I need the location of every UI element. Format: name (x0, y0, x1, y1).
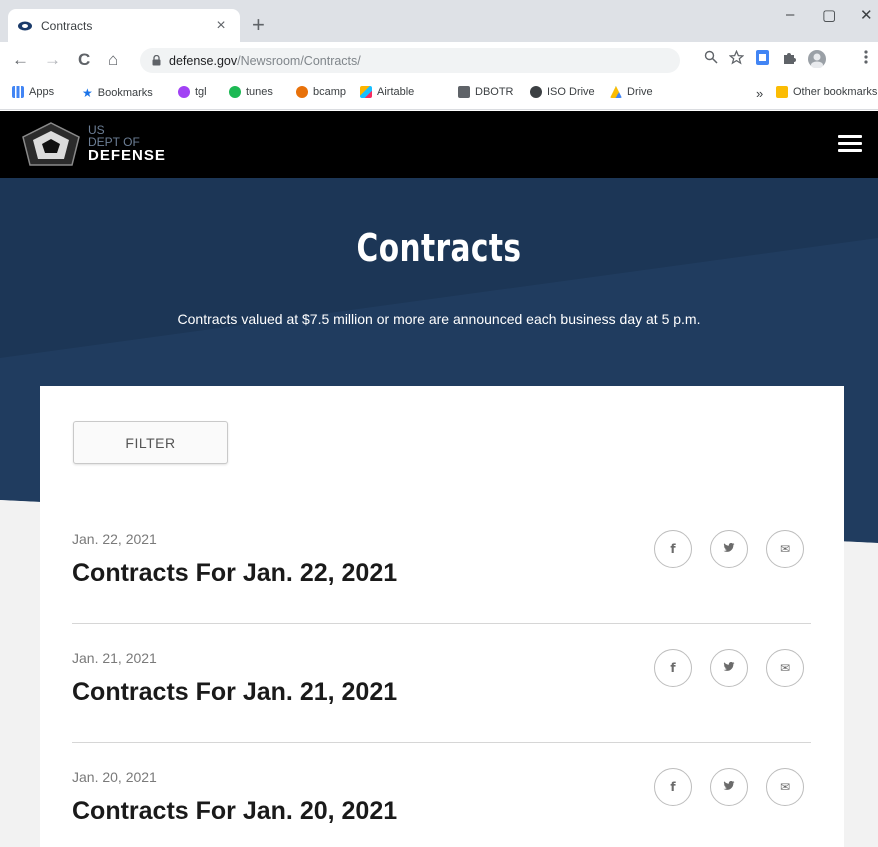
email-glyph: ✉ (779, 542, 791, 556)
bookmark-bookmarks[interactable]: ★ Bookmarks (82, 86, 153, 100)
bookmark-dbotr[interactable]: DBOTR (458, 86, 514, 98)
bookmark-iso-drive[interactable]: ISO Drive (530, 86, 595, 98)
tab-close-icon[interactable]: × (212, 17, 230, 35)
facebook-share-icon[interactable]: f (654, 530, 692, 568)
google-drive-icon (610, 86, 622, 98)
email-share-icon[interactable]: ✉ (766, 649, 804, 687)
bookmark-label: DBOTR (475, 86, 514, 98)
maximize-window-button[interactable]: ▢ (822, 6, 836, 24)
bookmark-drive[interactable]: Drive (610, 86, 653, 98)
facebook-share-icon[interactable]: f (654, 649, 692, 687)
contract-title-link[interactable]: Contracts For Jan. 22, 2021 (72, 559, 397, 588)
browser-tab[interactable]: Contracts × (8, 9, 240, 42)
bookmark-other-bookmarks[interactable]: Other bookmarks (776, 86, 877, 98)
iso-drive-icon (530, 86, 542, 98)
bookmark-label: tgl (195, 86, 207, 98)
minimize-window-button[interactable]: – (786, 6, 794, 23)
bookmark-tgl[interactable]: tgl (178, 86, 207, 98)
contract-date: Jan. 22, 2021 (72, 531, 157, 547)
hamburger-menu-icon[interactable] (838, 135, 862, 153)
tab-title: Contracts (41, 18, 93, 33)
puzzle-extensions-icon[interactable] (782, 50, 796, 64)
bookmark-label: Drive (627, 86, 653, 98)
browser-tab-strip: Contracts × + – ▢ ✕ (0, 0, 878, 42)
bookmark-apps[interactable]: Apps (12, 86, 54, 98)
bookmarks-bar: Apps ★ Bookmarks tgl tunes bcamp Airtabl… (0, 78, 878, 110)
email-glyph: ✉ (779, 780, 791, 794)
profile-avatar-icon[interactable] (808, 50, 826, 68)
apps-grid-icon (12, 86, 24, 98)
browser-menu-icon[interactable] (864, 50, 868, 64)
facebook-glyph: f (670, 661, 676, 675)
facebook-glyph: f (670, 542, 676, 556)
lock-icon (152, 55, 161, 66)
bookmark-label: ISO Drive (547, 86, 595, 98)
pentagon-icon (22, 122, 80, 166)
contract-title-link[interactable]: Contracts For Jan. 20, 2021 (72, 797, 397, 826)
bookmark-label: tunes (246, 86, 273, 98)
purple-circle-icon (178, 86, 190, 98)
address-bar[interactable]: defense.gov/Newsroom/Contracts/ (140, 48, 680, 73)
dod-logo[interactable]: US DEPT OF DEFENSE (20, 121, 166, 167)
home-icon[interactable]: ⌂ (108, 50, 118, 70)
close-window-button[interactable]: ✕ (860, 6, 873, 24)
contract-date: Jan. 20, 2021 (72, 769, 157, 785)
twitter-share-icon[interactable] (710, 649, 748, 687)
dbotr-icon (458, 86, 470, 98)
airtable-icon (360, 86, 372, 98)
contract-title-link[interactable]: Contracts For Jan. 21, 2021 (72, 678, 397, 707)
contract-list-item: Jan. 20, 2021 Contracts For Jan. 20, 202… (72, 743, 811, 847)
contract-date: Jan. 21, 2021 (72, 650, 157, 666)
forward-arrow-icon[interactable]: → (44, 50, 61, 70)
email-share-icon[interactable]: ✉ (766, 768, 804, 806)
logo-defense: DEFENSE (88, 147, 166, 164)
zoom-icon[interactable] (704, 50, 718, 64)
bookmark-label: Bookmarks (97, 87, 153, 99)
filter-button[interactable]: FILTER (73, 421, 228, 464)
site-header: US DEPT OF DEFENSE (0, 111, 878, 178)
folder-icon (776, 86, 788, 98)
browser-toolbar: ← → C ⌂ defense.gov/Newsroom/Contracts/ (0, 42, 878, 78)
page-subtitle: Contracts valued at $7.5 million or more… (177, 311, 701, 327)
email-share-icon[interactable]: ✉ (766, 530, 804, 568)
email-glyph: ✉ (779, 661, 791, 675)
bookmark-label: Airtable (377, 86, 415, 98)
new-tab-button[interactable]: + (252, 14, 265, 36)
bookmarks-overflow-button[interactable]: » (756, 86, 763, 101)
twitter-glyph (723, 542, 735, 556)
url-text: defense.gov/Newsroom/Contracts/ (169, 54, 361, 68)
bookmark-label: Other bookmarks (793, 86, 878, 98)
logo-wordmark: US DEPT OF DEFENSE (88, 124, 166, 164)
bookmark-tunes[interactable]: tunes (229, 86, 273, 98)
bookmark-bcamp[interactable]: bcamp (296, 86, 346, 98)
back-arrow-icon[interactable]: ← (12, 50, 29, 70)
facebook-glyph: f (670, 780, 676, 794)
spotify-icon (229, 86, 241, 98)
extension-icon[interactable] (756, 50, 769, 65)
orange-circle-icon (296, 86, 308, 98)
twitter-glyph (723, 780, 735, 794)
dod-favicon-icon (18, 19, 32, 33)
twitter-share-icon[interactable] (710, 768, 748, 806)
contracts-list-card: FILTER Jan. 22, 2021 Contracts For Jan. … (40, 386, 844, 847)
star-icon: ★ (82, 86, 93, 100)
twitter-glyph (723, 661, 735, 675)
bookmark-star-icon[interactable] (729, 50, 744, 65)
bookmark-label: Apps (29, 86, 55, 98)
page-title: Contracts (356, 226, 522, 270)
reload-icon[interactable]: C (78, 50, 90, 70)
url-host: defense.gov (169, 53, 238, 68)
bookmark-airtable[interactable]: Airtable (360, 86, 414, 98)
url-path: /Newsroom/Contracts/ (237, 53, 361, 68)
facebook-share-icon[interactable]: f (654, 768, 692, 806)
contract-list-item: Jan. 22, 2021 Contracts For Jan. 22, 202… (72, 505, 811, 624)
bookmark-label: bcamp (313, 86, 347, 98)
contract-list-item: Jan. 21, 2021 Contracts For Jan. 21, 202… (72, 624, 811, 743)
twitter-share-icon[interactable] (710, 530, 748, 568)
